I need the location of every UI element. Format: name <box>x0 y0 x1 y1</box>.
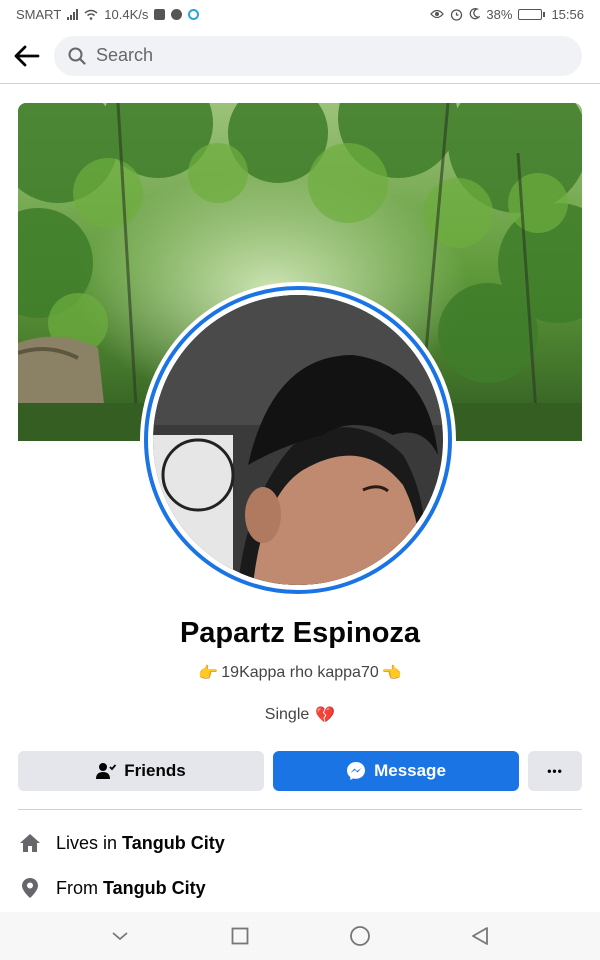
profile-name: Papartz Espinoza <box>179 617 421 649</box>
friends-button[interactable]: Friends <box>18 751 264 791</box>
more-icon: ••• <box>547 764 563 778</box>
relationship-status: Single 💔 <box>0 705 600 725</box>
nav-home-button[interactable] <box>340 916 380 956</box>
back-button[interactable] <box>0 28 54 84</box>
top-bar: Search <box>0 28 600 84</box>
bio-text: 19Kappa rho kappa70 <box>221 664 379 681</box>
back-arrow-icon <box>14 45 40 66</box>
clock: 15:56 <box>551 6 584 22</box>
from-city[interactable]: Tangub City <box>103 878 206 898</box>
from-prefix: From <box>56 877 103 898</box>
alarm-icon <box>451 8 463 21</box>
nav-recents-icon <box>231 927 249 945</box>
nav-back-icon <box>472 927 488 945</box>
nav-home-icon <box>350 926 370 946</box>
sync-notification-icon <box>188 8 200 20</box>
message-label: Message <box>374 761 446 780</box>
story-ring <box>144 286 452 594</box>
search-input[interactable]: Search <box>54 35 582 76</box>
facebook-notification-icon <box>154 8 166 20</box>
broken-heart-emoji: 💔 <box>315 707 336 724</box>
search-icon <box>68 47 86 65</box>
battery-percent: 38% <box>486 6 513 22</box>
home-icon <box>18 833 42 853</box>
search-placeholder: Search <box>96 45 154 65</box>
from-text: From Tangub City <box>56 878 206 899</box>
relationship-text: Single <box>264 706 310 723</box>
nav-collapse-icon <box>112 932 128 941</box>
network-speed: 10.4K/s <box>104 6 149 22</box>
pointing-left-emoji: 👈 <box>381 665 402 682</box>
messenger-icon <box>347 762 366 780</box>
wifi-icon <box>84 9 98 20</box>
location-pin-icon <box>18 877 42 899</box>
eye-icon <box>430 9 445 19</box>
carrier-label: SMART <box>16 6 62 22</box>
profile-actions: Friends Message ••• <box>18 751 582 791</box>
detail-lives-in: Lives in Tangub City <box>18 828 225 858</box>
lives-in-text: Lives in Tangub City <box>56 833 225 854</box>
profile-bio: 👉 19Kappa rho kappa70 👈 <box>0 663 600 683</box>
status-bar: SMART 10.4K/s 38% 15:56 <box>0 0 600 28</box>
moon-icon <box>470 8 481 20</box>
message-button[interactable]: Message <box>273 751 519 791</box>
lives-prefix: Lives in <box>56 832 123 853</box>
signal-icon <box>67 8 79 20</box>
pointing-right-emoji: 👉 <box>198 665 219 682</box>
lives-city[interactable]: Tangub City <box>122 833 225 853</box>
nav-collapse-button[interactable] <box>100 916 140 956</box>
status-left: SMART 10.4K/s <box>16 6 200 22</box>
detail-from: From Tangub City <box>18 873 206 903</box>
friends-person-icon <box>96 763 117 779</box>
profile-picture[interactable] <box>140 282 456 598</box>
system-nav-bar <box>0 912 600 960</box>
more-options-button[interactable]: ••• <box>528 751 582 791</box>
nav-back-button[interactable] <box>460 916 500 956</box>
screen: SMART 10.4K/s 38% 15:56 Search Papartz E… <box>0 0 600 960</box>
messenger-notification-icon <box>171 8 183 20</box>
status-right: 38% 15:56 <box>430 7 584 22</box>
battery-icon <box>518 8 546 20</box>
avatar <box>153 295 443 585</box>
nav-recents-button[interactable] <box>220 916 260 956</box>
divider <box>18 809 582 810</box>
friends-label: Friends <box>124 761 186 780</box>
